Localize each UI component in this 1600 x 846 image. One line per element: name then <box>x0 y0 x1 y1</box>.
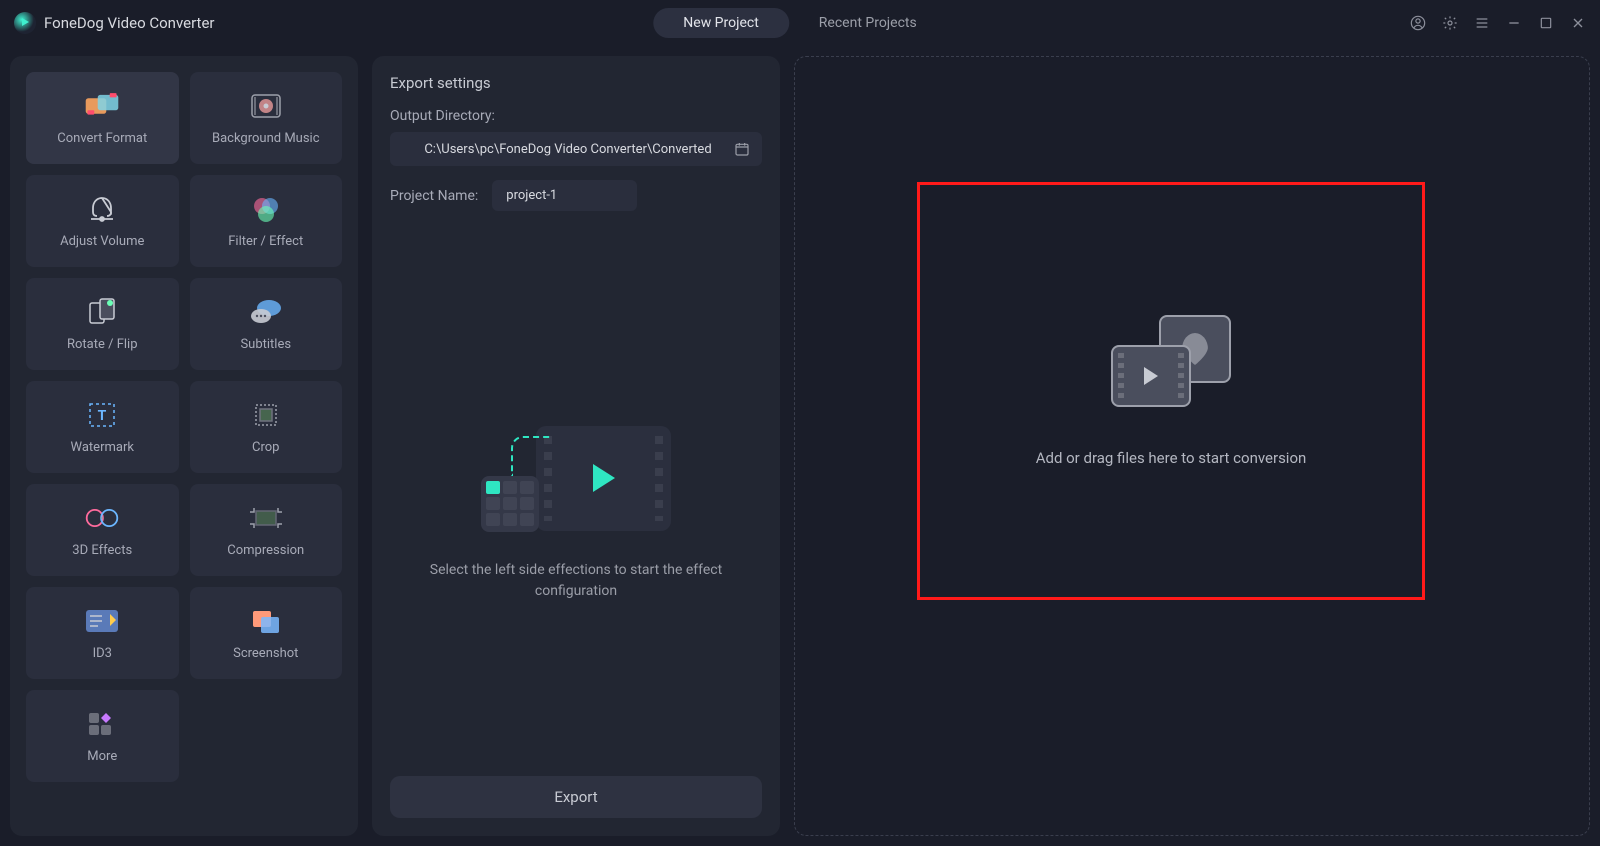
tool-subtitles[interactable]: Subtitles <box>190 278 343 370</box>
file-drop-panel[interactable]: Add or drag files here to start conversi… <box>794 56 1590 836</box>
watermark-icon: T <box>84 400 120 430</box>
more-icon <box>84 709 120 739</box>
tool-screenshot[interactable]: Screenshot <box>190 587 343 679</box>
tool-label: 3D Effects <box>72 543 132 558</box>
tool-label: Rotate / Flip <box>67 337 138 352</box>
tool-filter-effect[interactable]: Filter / Effect <box>190 175 343 267</box>
project-name-input[interactable] <box>492 180 637 211</box>
project-name-label: Project Name: <box>390 188 478 204</box>
3d-effects-icon <box>84 503 120 533</box>
tool-crop[interactable]: Crop <box>190 381 343 473</box>
tool-3d-effects[interactable]: 3D Effects <box>26 484 179 576</box>
background-music-icon <box>248 91 284 121</box>
window-controls <box>1410 15 1586 31</box>
tool-label: Subtitles <box>240 337 291 352</box>
tab-new-project[interactable]: New Project <box>653 8 789 38</box>
drop-instruction-text: Add or drag files here to start conversi… <box>1036 449 1307 467</box>
subtitles-icon <box>248 297 284 327</box>
tool-label: ID3 <box>93 646 112 661</box>
screenshot-icon <box>248 606 284 636</box>
titlebar: FoneDog Video Converter New Project Rece… <box>0 0 1600 46</box>
rotate-flip-icon <box>84 297 120 327</box>
app-logo-area: FoneDog Video Converter <box>14 12 214 34</box>
filter-effect-icon <box>248 194 284 224</box>
tool-adjust-volume[interactable]: Adjust Volume <box>26 175 179 267</box>
convert-format-icon <box>84 91 120 121</box>
crop-icon <box>248 400 284 430</box>
export-settings-title: Export settings <box>390 74 762 92</box>
export-button[interactable]: Export <box>390 776 762 818</box>
tool-compression[interactable]: Compression <box>190 484 343 576</box>
tool-convert-format[interactable]: Convert Format <box>26 72 179 164</box>
effect-hint-text: Select the left side effections to start… <box>426 560 726 602</box>
svg-text:T: T <box>98 408 107 424</box>
settings-icon[interactable] <box>1442 15 1458 31</box>
tool-label: Adjust Volume <box>60 234 144 249</box>
project-tabs: New Project Recent Projects <box>653 8 946 38</box>
app-title: FoneDog Video Converter <box>44 14 214 32</box>
output-directory-label: Output Directory: <box>390 108 762 124</box>
tool-rotate-flip[interactable]: Rotate / Flip <box>26 278 179 370</box>
browse-folder-icon[interactable] <box>734 141 750 157</box>
tool-label: Filter / Effect <box>228 234 303 249</box>
maximize-icon[interactable] <box>1538 15 1554 31</box>
main-area: Convert Format Background Music Adjust V… <box>0 46 1600 846</box>
app-logo-icon <box>14 12 36 34</box>
tool-label: Crop <box>252 440 279 455</box>
menu-icon[interactable] <box>1474 15 1490 31</box>
tab-recent-projects[interactable]: Recent Projects <box>789 8 947 38</box>
export-panel: Export settings Output Directory: C:\Use… <box>372 56 780 836</box>
tool-more[interactable]: More <box>26 690 179 782</box>
tool-watermark[interactable]: T Watermark <box>26 381 179 473</box>
minimize-icon[interactable] <box>1506 15 1522 31</box>
tool-label: Background Music <box>212 131 320 146</box>
tool-label: Compression <box>227 543 304 558</box>
tool-label: More <box>87 749 117 764</box>
tool-label: Watermark <box>71 440 134 455</box>
compression-icon <box>248 503 284 533</box>
account-icon[interactable] <box>1410 15 1426 31</box>
output-directory-path: C:\Users\pc\FoneDog Video Converter\Conv… <box>402 142 734 157</box>
effect-preview-illustration <box>481 426 671 536</box>
effect-preview-area: Select the left side effections to start… <box>390 251 762 776</box>
tool-background-music[interactable]: Background Music <box>190 72 343 164</box>
id3-icon <box>84 606 120 636</box>
tool-label: Convert Format <box>57 131 147 146</box>
tools-sidebar: Convert Format Background Music Adjust V… <box>10 56 358 836</box>
tool-label: Screenshot <box>233 646 298 661</box>
output-directory-field[interactable]: C:\Users\pc\FoneDog Video Converter\Conv… <box>390 132 762 166</box>
tool-id3[interactable]: ID3 <box>26 587 179 679</box>
project-name-row: Project Name: <box>390 180 762 211</box>
media-files-icon <box>1111 315 1231 407</box>
adjust-volume-icon <box>84 194 120 224</box>
drop-highlight-box: Add or drag files here to start conversi… <box>917 182 1425 600</box>
close-icon[interactable] <box>1570 15 1586 31</box>
